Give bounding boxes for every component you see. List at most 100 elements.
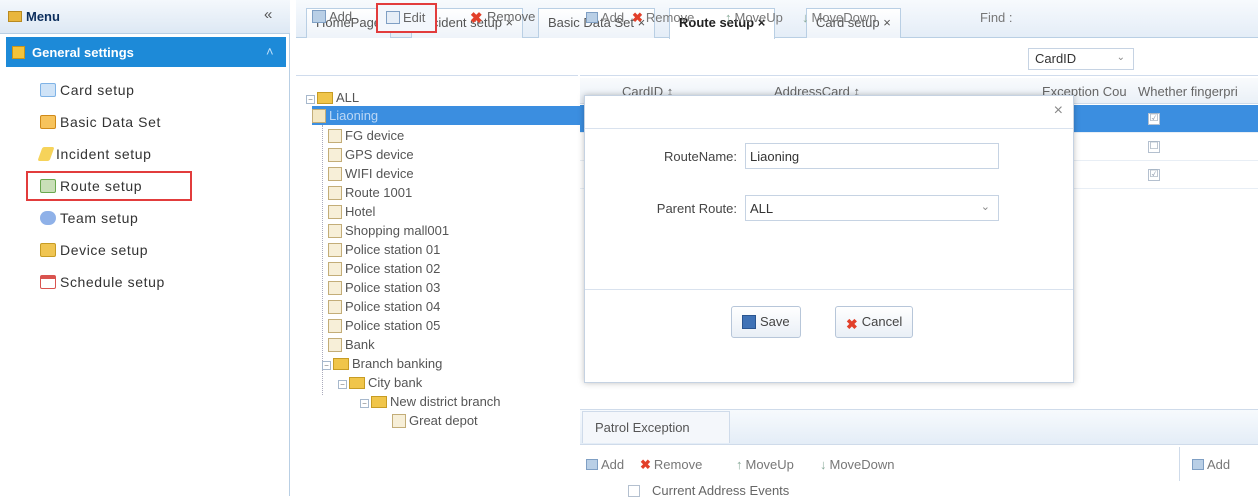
arrow-down-icon: ↓ xyxy=(802,10,809,25)
button-label: Remove xyxy=(487,9,536,24)
menu-title: Menu xyxy=(26,9,60,24)
remove-icon: ✖ xyxy=(470,10,483,27)
chevron-down-icon: ⌄ xyxy=(1116,52,1125,63)
list-item[interactable]: Current Address Events xyxy=(580,481,1180,501)
arrow-up-icon: ↑ xyxy=(725,10,732,25)
node-label: Police station 03 xyxy=(345,280,441,295)
save-icon xyxy=(742,315,756,329)
route-name-input[interactable]: Liaoning xyxy=(745,143,999,169)
grid-moveup-button[interactable]: ↑ MoveUp xyxy=(725,10,783,25)
pe-add-button[interactable]: Add xyxy=(586,457,624,472)
tree-node[interactable]: FG device xyxy=(328,126,404,145)
save-button[interactable]: Save xyxy=(731,306,801,338)
card-icon xyxy=(40,83,56,97)
button-label: Edit xyxy=(403,10,426,25)
add-icon xyxy=(586,12,598,23)
collapse-toggle-icon[interactable]: − xyxy=(322,361,331,370)
node-label: Police station 04 xyxy=(345,299,441,314)
tree-node-great-depot[interactable]: Great depot xyxy=(392,411,478,430)
button-label: MoveDown xyxy=(811,10,877,25)
grid-remove-button[interactable]: ✖ Remove xyxy=(632,10,694,26)
settings-group-icon xyxy=(12,46,25,59)
tree-node-selected[interactable]: Liaoning xyxy=(312,106,584,125)
node-label: Shopping mall001 xyxy=(345,223,450,238)
button-label: MoveDown xyxy=(829,457,895,472)
node-label: Hotel xyxy=(345,204,376,219)
tree-node[interactable]: Police station 04 xyxy=(328,297,440,316)
tree-node[interactable]: Bank xyxy=(328,335,375,354)
tree-node[interactable]: GPS device xyxy=(328,145,414,164)
grid-toolbar xyxy=(580,40,1258,76)
menu-item-route-setup[interactable]: Route setup xyxy=(26,171,192,201)
file-icon xyxy=(328,129,342,143)
tree-node-city-bank[interactable]: − City bank xyxy=(338,373,422,392)
parent-route-select[interactable]: ALL ⌄ xyxy=(745,195,999,221)
tree-node[interactable]: WIFI device xyxy=(328,164,414,183)
col-fingerprint[interactable]: Whether fingerpri xyxy=(1138,84,1238,99)
tree-add-button[interactable]: Add xyxy=(312,6,352,30)
tree-node-all[interactable]: − ALL xyxy=(306,88,359,107)
close-icon[interactable]: × xyxy=(1054,102,1063,120)
grid-movedown-button[interactable]: ↓ MoveDown xyxy=(802,10,877,25)
file-icon xyxy=(328,224,342,238)
button-label: MoveUp xyxy=(734,10,783,25)
find-field-select[interactable]: CardID ⌄ xyxy=(1028,48,1134,70)
tree-node-new-district-branch[interactable]: − New district branch xyxy=(360,392,501,411)
file-icon xyxy=(328,319,342,333)
pe-right-add-button[interactable]: Add xyxy=(1192,457,1230,472)
tree-node[interactable]: Shopping mall001 xyxy=(328,221,449,240)
node-label: Branch banking xyxy=(352,356,443,371)
folder-open-icon xyxy=(371,396,387,408)
node-label: Liaoning xyxy=(329,108,379,123)
tree-edit-button[interactable]: Edit xyxy=(376,3,438,33)
tab-patrol-exception[interactable]: Patrol Exception xyxy=(582,411,730,443)
menu-item-team-setup[interactable]: Team setup xyxy=(40,205,138,231)
button-label: Cancel xyxy=(861,314,903,329)
button-label: Save xyxy=(760,314,790,329)
group-toggle-icon[interactable]: ˄ xyxy=(266,44,274,59)
parent-route-label: Parent Route: xyxy=(656,201,737,216)
folder-open-icon xyxy=(333,358,349,370)
collapse-toggle-icon[interactable]: − xyxy=(306,95,315,104)
menu-item-incident-setup[interactable]: Incident setup xyxy=(37,141,152,167)
grid-add-button[interactable]: Add xyxy=(586,10,624,25)
fingerprint-checkbox[interactable]: ☑ xyxy=(1148,169,1160,181)
tree-node[interactable]: Police station 03 xyxy=(328,278,440,297)
edit-icon xyxy=(386,11,400,24)
team-icon xyxy=(40,211,56,225)
collapse-toggle-icon[interactable]: − xyxy=(338,380,347,389)
edit-route-dialog: × RouteName: Liaoning Parent Route: ALL … xyxy=(584,95,1074,383)
menu-item-device-setup[interactable]: Device setup xyxy=(40,237,148,263)
pe-movedown-button[interactable]: ↓ MoveDown xyxy=(820,457,895,472)
general-settings-group[interactable]: General settings ˄ xyxy=(6,37,286,67)
arrow-up-icon: ↑ xyxy=(736,457,743,472)
menu-item-schedule-setup[interactable]: Schedule setup xyxy=(40,269,165,295)
collapse-menu-icon[interactable]: « xyxy=(264,6,272,23)
route-name-label: RouteName: xyxy=(664,149,737,164)
button-label: Add xyxy=(1207,457,1231,472)
add-icon xyxy=(586,459,598,470)
cancel-button[interactable]: ✖ Cancel xyxy=(835,306,914,338)
lightning-icon xyxy=(37,147,55,161)
collapse-toggle-icon[interactable]: − xyxy=(360,399,369,408)
tree-node[interactable]: Hotel xyxy=(328,202,375,221)
tree-node-branch-banking[interactable]: − Branch banking xyxy=(322,354,442,373)
pe-moveup-button[interactable]: ↑ MoveUp xyxy=(736,457,794,472)
tree-node[interactable]: Police station 05 xyxy=(328,316,440,335)
fingerprint-checkbox[interactable]: ☑ xyxy=(1148,113,1160,125)
group-label: General settings xyxy=(32,45,134,60)
tree-node[interactable]: Police station 01 xyxy=(328,240,440,259)
folder-open-icon xyxy=(317,92,333,104)
file-icon xyxy=(328,281,342,295)
menu-folder-icon xyxy=(8,11,22,22)
pe-remove-button[interactable]: ✖ Remove xyxy=(640,457,702,473)
row-checkbox[interactable] xyxy=(628,485,640,497)
tree-node[interactable]: Police station 02 xyxy=(328,259,440,278)
menu-item-label: Card setup xyxy=(60,82,135,98)
menu-item-card-setup[interactable]: Card setup xyxy=(40,77,134,103)
fingerprint-checkbox[interactable]: ☐ xyxy=(1148,141,1160,153)
file-icon xyxy=(392,414,406,428)
menu-item-basic-data-set[interactable]: Basic Data Set xyxy=(40,109,161,135)
tree-remove-button[interactable]: ✖ Remove xyxy=(470,6,535,30)
tree-node[interactable]: Route 1001 xyxy=(328,183,412,202)
